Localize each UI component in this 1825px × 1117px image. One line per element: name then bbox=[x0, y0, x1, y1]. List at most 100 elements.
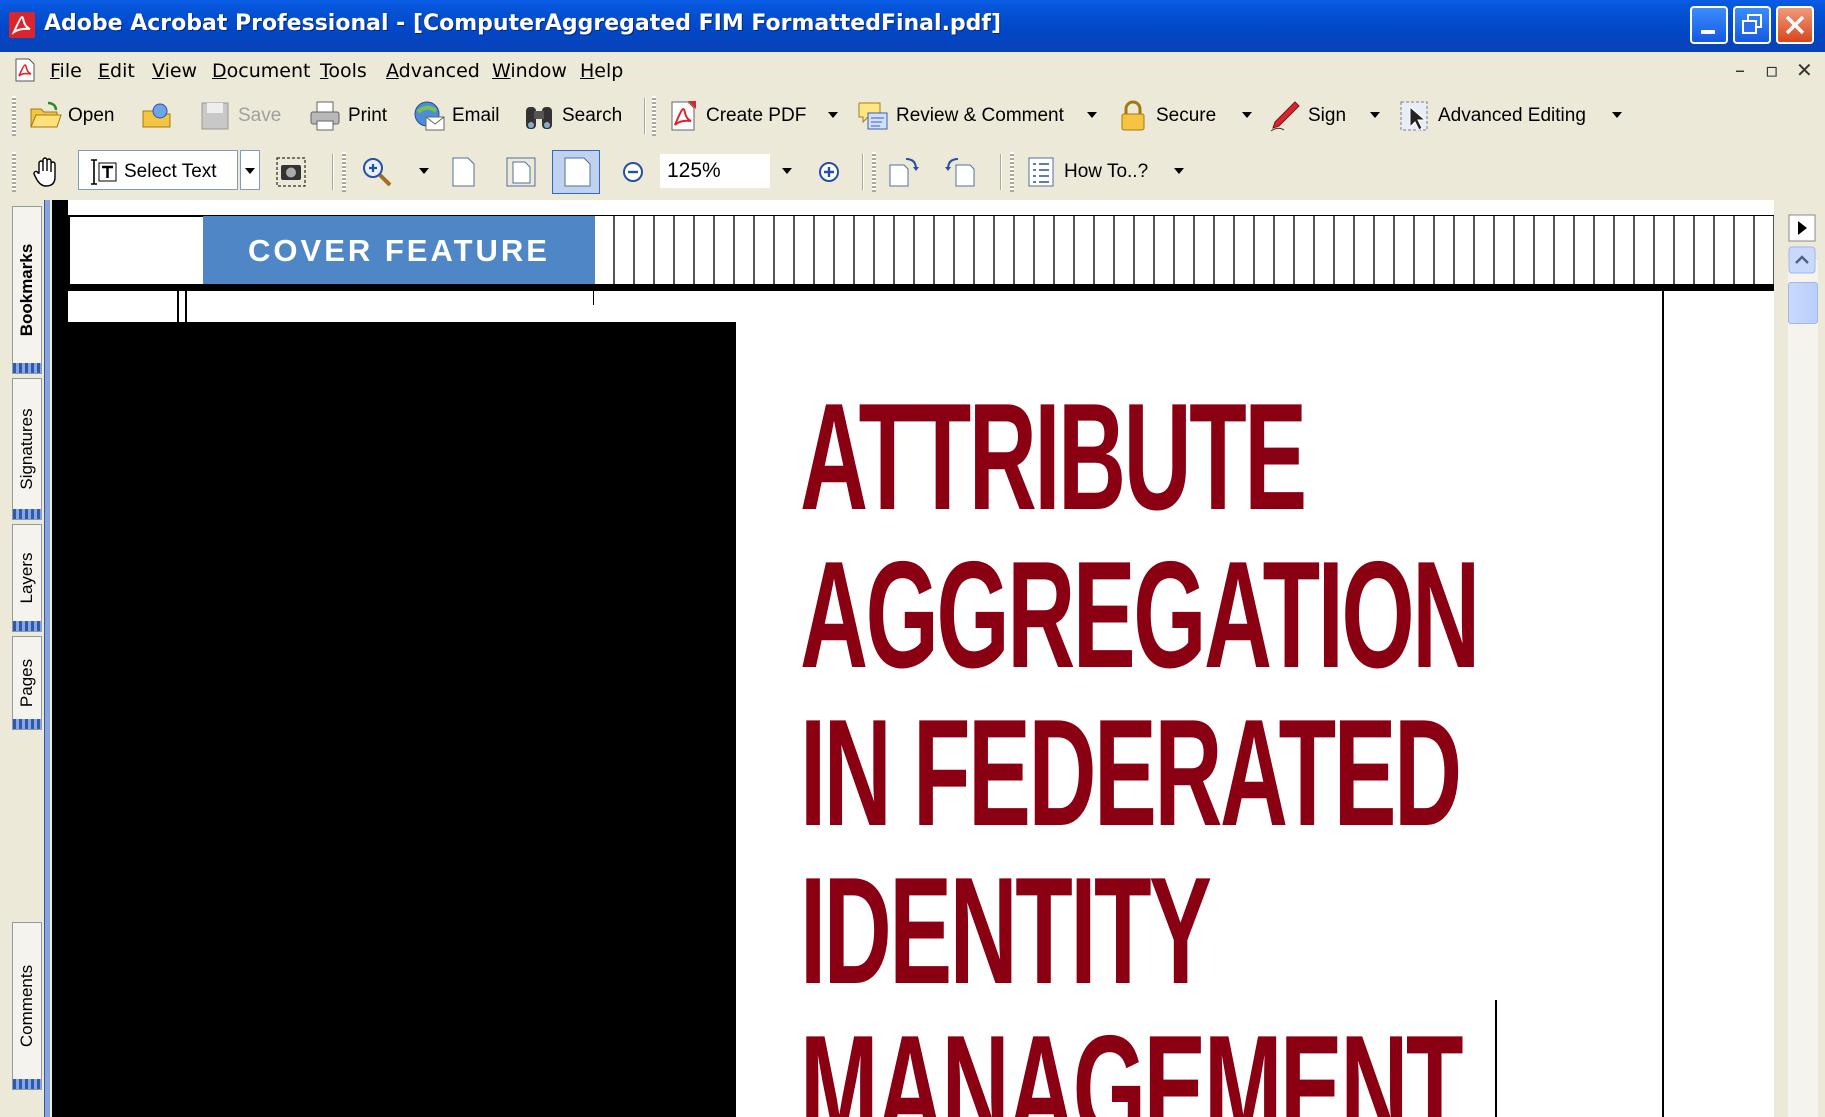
how-to-label: How To..? bbox=[1064, 161, 1149, 182]
document-icon[interactable] bbox=[12, 57, 38, 83]
menu-bar: File Edit View Document Tools Advanced W… bbox=[0, 52, 1825, 89]
scroll-up-icon[interactable] bbox=[1788, 246, 1816, 274]
review-comment-dropdown-icon[interactable] bbox=[1087, 112, 1097, 118]
menu-help[interactable]: Help bbox=[580, 60, 623, 82]
print-label: Print bbox=[348, 105, 388, 126]
advanced-editing-dropdown-icon[interactable] bbox=[1612, 112, 1622, 118]
toolbar-grip[interactable] bbox=[1010, 152, 1014, 192]
tab-pages[interactable]: Pages bbox=[12, 636, 42, 730]
panel-splitter[interactable] bbox=[44, 200, 50, 1117]
sign-dropdown-icon[interactable] bbox=[1370, 112, 1380, 118]
review-comment-button[interactable]: Review & Comment bbox=[856, 98, 1064, 134]
minimize-button[interactable] bbox=[1690, 6, 1728, 44]
window-title: Adobe Acrobat Professional - [ComputerAg… bbox=[44, 11, 1002, 36]
create-pdf-button[interactable]: Create PDF bbox=[666, 98, 806, 134]
snapshot-camera-icon bbox=[276, 157, 306, 187]
menu-edit[interactable]: Edit bbox=[98, 60, 135, 82]
scroll-track[interactable] bbox=[1788, 260, 1818, 1117]
open-button[interactable]: Open bbox=[28, 98, 114, 134]
doc-restore-icon[interactable]: ▫ bbox=[1765, 58, 1779, 82]
actual-size-button[interactable] bbox=[446, 154, 486, 190]
search-label: Search bbox=[562, 105, 623, 126]
headline-line: AGGREGATION bbox=[800, 530, 1480, 700]
fit-width-button[interactable] bbox=[560, 154, 600, 190]
advanced-editing-button[interactable]: Advanced Editing bbox=[1398, 98, 1586, 134]
fit-page-icon bbox=[506, 157, 536, 187]
tab-signatures-label: Signatures bbox=[17, 408, 36, 490]
toolbar-grip[interactable] bbox=[342, 152, 346, 192]
save-button[interactable]: Save bbox=[198, 98, 281, 134]
tab-bookmarks-label: Bookmarks bbox=[17, 243, 36, 337]
tab-signatures[interactable]: Signatures bbox=[12, 378, 42, 520]
tab-grip-strip bbox=[13, 363, 41, 373]
fit-page-button[interactable] bbox=[504, 154, 544, 190]
rotate-clockwise-button[interactable] bbox=[886, 154, 926, 190]
snapshot-tool-button[interactable] bbox=[274, 154, 314, 190]
options-arrow-icon[interactable] bbox=[1788, 214, 1816, 242]
page-rule bbox=[1662, 291, 1664, 1117]
section-label-banner: COVER FEATURE bbox=[203, 216, 595, 286]
sign-button[interactable]: Sign bbox=[1268, 98, 1346, 134]
search-button[interactable]: Search bbox=[522, 98, 622, 134]
create-pdf-icon bbox=[671, 101, 696, 131]
toolbar-grip[interactable] bbox=[652, 96, 656, 136]
menu-view[interactable]: View bbox=[152, 60, 197, 82]
secure-button[interactable]: Secure bbox=[1116, 98, 1216, 134]
email-button[interactable]: Email bbox=[412, 98, 500, 134]
tab-comments[interactable]: Comments bbox=[12, 922, 42, 1090]
menu-window[interactable]: Window bbox=[492, 60, 567, 82]
headline-line: MANAGEMENT bbox=[800, 1004, 1463, 1117]
zoom-out-button[interactable] bbox=[620, 154, 652, 190]
how-to-dropdown-icon[interactable] bbox=[1174, 168, 1184, 174]
select-text-dropdown-icon[interactable] bbox=[245, 168, 255, 174]
lock-icon bbox=[1121, 100, 1145, 131]
rotate-counterclockwise-button[interactable] bbox=[944, 154, 984, 190]
review-comment-label: Review & Comment bbox=[896, 105, 1064, 126]
close-button[interactable] bbox=[1776, 6, 1814, 44]
zoom-tool-dropdown-icon[interactable] bbox=[419, 168, 429, 174]
file-toolbar: Open Save Print Email Search Create PDF … bbox=[0, 88, 1825, 144]
advanced-editing-icon bbox=[1400, 101, 1428, 131]
zoom-level-input[interactable]: 125% bbox=[660, 154, 770, 188]
toolbar-grip[interactable] bbox=[12, 96, 16, 136]
page-rule bbox=[68, 216, 70, 290]
secure-dropdown-icon[interactable] bbox=[1242, 112, 1252, 118]
select-text-button[interactable]: Select Text bbox=[88, 154, 217, 190]
organizer-button[interactable] bbox=[140, 98, 180, 134]
printer-icon bbox=[310, 101, 340, 131]
pdf-page: COVER FEATURE ATTRIBUTE AGGREGATION IN F… bbox=[68, 200, 1825, 1117]
doc-close-icon[interactable]: ✕ bbox=[1796, 58, 1813, 82]
tab-bookmarks[interactable]: Bookmarks bbox=[12, 206, 42, 374]
document-viewport[interactable]: COVER FEATURE ATTRIBUTE AGGREGATION IN F… bbox=[52, 200, 1825, 1117]
article-headline: ATTRIBUTE AGGREGATION IN FEDERATED IDENT… bbox=[800, 378, 1480, 1117]
doc-minimize-icon[interactable]: – bbox=[1735, 58, 1745, 82]
menu-document[interactable]: Document bbox=[212, 60, 310, 82]
menu-file[interactable]: File bbox=[50, 60, 82, 82]
zoom-in-button[interactable] bbox=[816, 154, 848, 190]
print-button[interactable]: Print bbox=[308, 98, 387, 134]
zoom-level-dropdown-icon[interactable] bbox=[782, 168, 792, 174]
tab-grip-strip bbox=[13, 1079, 41, 1089]
tab-layers[interactable]: Layers bbox=[12, 524, 42, 632]
hand-tool-button[interactable] bbox=[30, 154, 70, 190]
menu-tools[interactable]: Tools bbox=[320, 60, 367, 82]
toolbar-grip[interactable] bbox=[872, 152, 876, 192]
vertical-scrollbar[interactable] bbox=[1774, 200, 1825, 1117]
toolbar-separator bbox=[644, 98, 646, 134]
zoom-in-icon bbox=[819, 162, 839, 182]
fit-width-icon bbox=[564, 157, 591, 187]
navigation-toolbar: Select Text 125% How To..? bbox=[0, 144, 1825, 202]
minimize-icon bbox=[1701, 30, 1715, 34]
restore-button[interactable] bbox=[1733, 6, 1771, 44]
rotate-counterclockwise-icon bbox=[945, 158, 975, 187]
save-label: Save bbox=[238, 105, 282, 126]
zoom-in-tool-button[interactable] bbox=[360, 154, 400, 190]
menu-advanced[interactable]: Advanced bbox=[386, 60, 480, 82]
acrobat-app-icon bbox=[9, 12, 35, 38]
binoculars-icon bbox=[526, 107, 552, 129]
how-to-button[interactable]: How To..? bbox=[1024, 154, 1148, 190]
headline-line: IDENTITY bbox=[800, 846, 1212, 1016]
toolbar-grip[interactable] bbox=[12, 152, 16, 192]
create-pdf-dropdown-icon[interactable] bbox=[828, 112, 838, 118]
scroll-thumb[interactable] bbox=[1788, 282, 1818, 324]
